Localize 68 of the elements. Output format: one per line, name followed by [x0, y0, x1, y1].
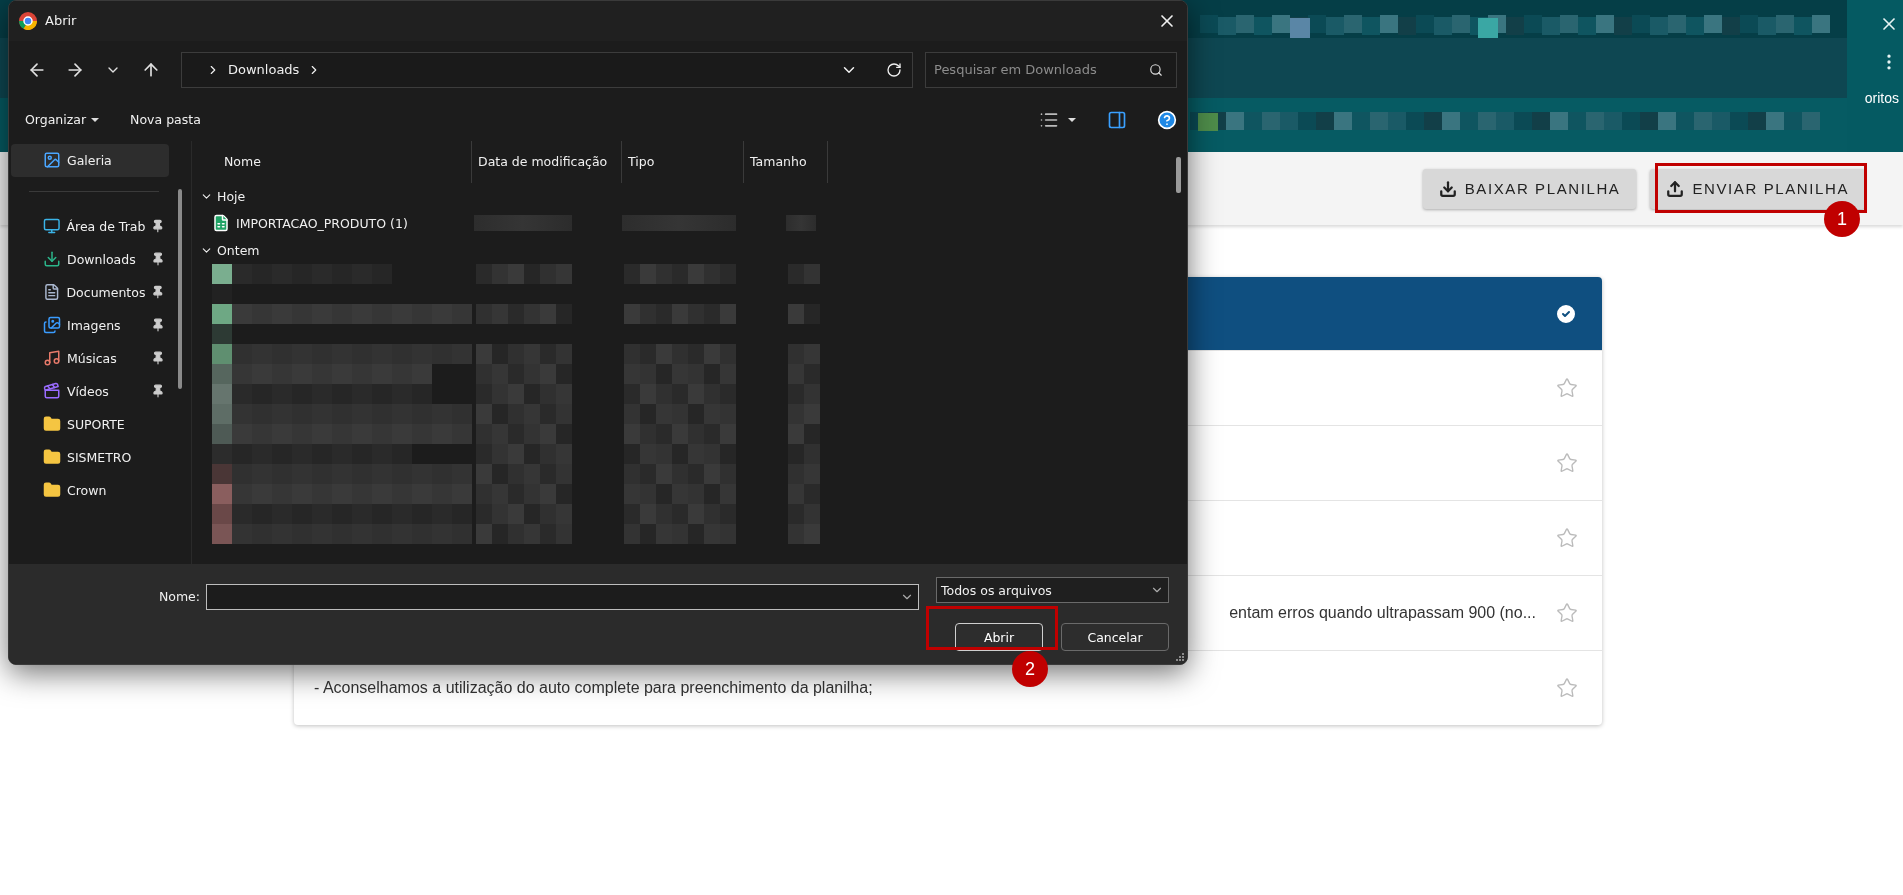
pin-icon [151, 285, 165, 300]
sidebar-item[interactable]: Documentos [11, 275, 169, 309]
scrollbar-thumb[interactable] [1176, 156, 1181, 193]
sidebar-item[interactable]: Galeria [11, 143, 169, 177]
new-folder-button[interactable]: Nova pasta [130, 112, 201, 128]
caret-icon[interactable] [1067, 116, 1077, 123]
row-text: - Aconselhamos a utilização do auto complete para preenchimento da planilha; [314, 679, 873, 697]
music-icon [43, 349, 61, 368]
star-icon[interactable] [1556, 377, 1578, 399]
star-icon[interactable] [1556, 527, 1578, 549]
sidebar-item[interactable]: Vídeos [11, 374, 169, 408]
sidebar-item[interactable]: Área de Trab [11, 209, 169, 243]
document-icon [43, 283, 61, 302]
redacted-cell [786, 215, 816, 232]
file-type-dropdown[interactable]: Todos os arquivos [936, 577, 1169, 604]
sidebar-item[interactable]: Crown [11, 473, 169, 507]
star-icon[interactable] [1556, 602, 1578, 624]
download-button[interactable]: BAIXAR PLANILHA [1422, 168, 1637, 209]
sidebar-item[interactable]: Downloads [11, 242, 169, 276]
images-icon [43, 316, 61, 335]
group-header[interactable]: Hoje [192, 182, 1187, 210]
breadcrumb-item[interactable]: Downloads [228, 62, 300, 78]
refresh-icon[interactable] [886, 61, 902, 78]
search-icon [1149, 62, 1163, 77]
star-icon[interactable] [1556, 452, 1578, 474]
folder-icon [43, 481, 61, 500]
desktop-icon [43, 217, 61, 236]
pin-icon [151, 384, 165, 399]
address-bar[interactable]: Downloads [181, 51, 913, 88]
sidebar-item[interactable]: SUPORTE [11, 407, 169, 441]
download-icon [43, 250, 61, 269]
bookmarks-label[interactable]: oritos [1864, 90, 1899, 106]
folder-icon [43, 448, 61, 467]
step-number: 1 [1824, 201, 1860, 237]
upload-button[interactable]: ENVIAR PLANILHA [1650, 168, 1865, 209]
browser-logo-icon [19, 11, 37, 30]
organize-menu-button[interactable]: Organizar [25, 112, 101, 128]
pin-icon [151, 219, 165, 234]
pin-icon [151, 252, 165, 267]
file-name-field[interactable] [206, 583, 919, 610]
scrollbar-thumb[interactable] [178, 188, 182, 389]
resize-grip-icon[interactable] [1175, 652, 1185, 662]
folder-icon [43, 415, 61, 434]
search-field[interactable]: Pesquisar em Downloads [925, 51, 1177, 88]
file-name[interactable]: IMPORTACAO_PRODUTO (1) [236, 215, 408, 231]
sidebar-item[interactable]: Músicas [11, 341, 169, 375]
column-header[interactable]: Tamanho [744, 140, 828, 183]
pin-icon [151, 351, 165, 366]
cancel-button[interactable]: Cancelar [1061, 623, 1169, 652]
column-header[interactable]: Nome [192, 140, 472, 183]
group-header[interactable]: Ontem [192, 236, 1187, 264]
caret-icon [90, 116, 101, 123]
video-icon [43, 382, 61, 401]
spreadsheet-icon [212, 214, 230, 233]
sidebar-item[interactable]: Imagens [11, 308, 169, 342]
row-text: entam erros quando ultrapassam 900 (no... [1229, 604, 1536, 622]
name-label: Nome: [158, 589, 200, 605]
pin-icon [151, 318, 165, 333]
help-icon[interactable] [1157, 109, 1177, 130]
sidebar-item[interactable]: SISMETRO [11, 440, 169, 474]
gallery-icon [43, 151, 61, 170]
download-icon [1438, 179, 1457, 198]
column-header[interactable]: Tipo [622, 140, 744, 183]
preview-pane-icon[interactable] [1107, 109, 1127, 130]
dialog-title: Abrir [45, 13, 78, 29]
column-header[interactable]: Data de modificação [472, 140, 622, 183]
upload-icon [1666, 179, 1685, 198]
star-icon[interactable] [1556, 677, 1578, 699]
